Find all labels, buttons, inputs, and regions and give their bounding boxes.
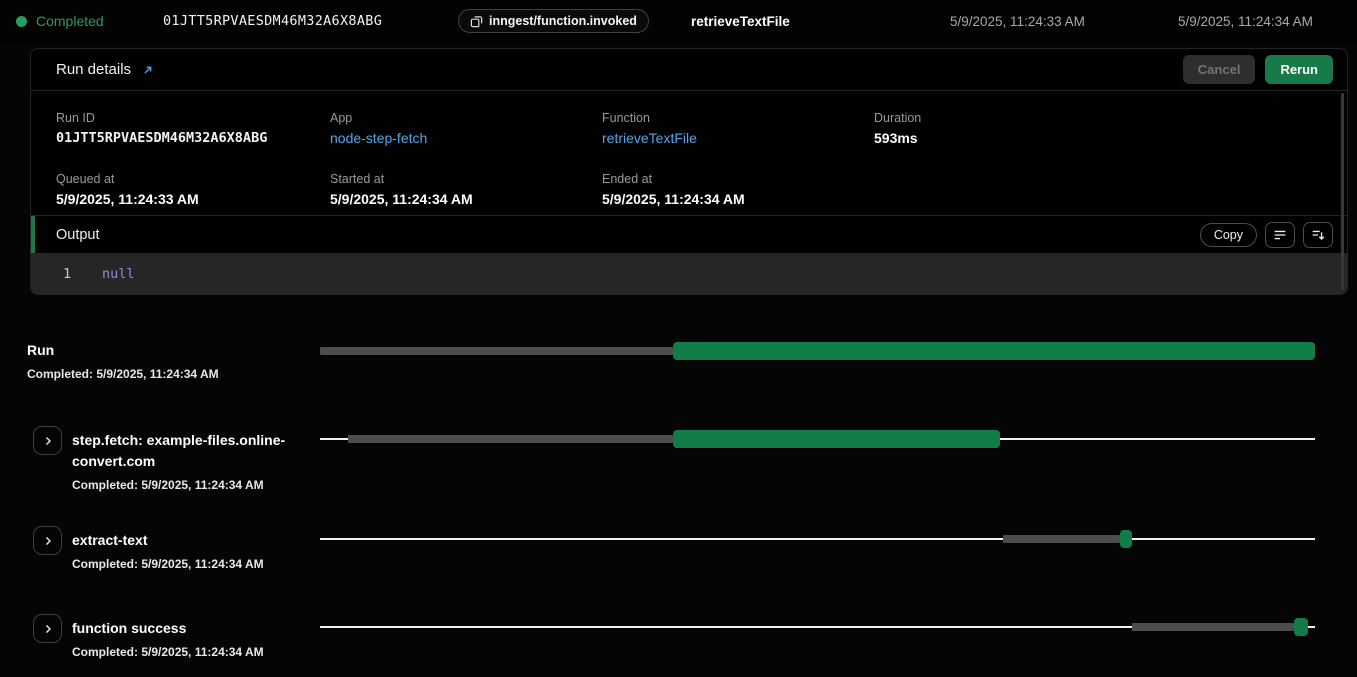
timeline: Run Completed: 5/9/2025, 11:24:34 AM step.… xyxy=(0,295,1357,677)
rerun-button[interactable]: Rerun xyxy=(1265,55,1333,84)
expand-step-button[interactable] xyxy=(33,426,62,455)
field-started-at: Started at 5/9/2025, 11:24:34 AM xyxy=(330,172,602,216)
timeline-step-label: function success Completed: 5/9/2025, 11:… xyxy=(72,618,310,659)
app-link[interactable]: node-step-fetch xyxy=(330,130,602,146)
timeline-step-label: extract-text Completed: 5/9/2025, 11:24:3… xyxy=(72,530,310,571)
top-queued-timestamp: 5/9/2025, 11:24:33 AM xyxy=(950,0,1085,42)
output-header: Output Copy xyxy=(31,215,1347,253)
wrap-text-icon xyxy=(1272,227,1288,243)
field-value-queued-at: 5/9/2025, 11:24:33 AM xyxy=(56,191,330,207)
field-label: Started at xyxy=(330,172,602,186)
running-duration-bar xyxy=(673,430,999,448)
timeline-track xyxy=(320,430,1315,448)
cancel-button[interactable]: Cancel xyxy=(1183,55,1256,84)
event-badge[interactable]: inngest/function.invoked xyxy=(458,9,649,33)
field-label: Queued at xyxy=(56,172,330,186)
field-value-ended-at: 5/9/2025, 11:24:34 AM xyxy=(602,191,874,207)
step-completed-timestamp: Completed: 5/9/2025, 11:24:34 AM xyxy=(72,557,310,571)
chevron-right-icon xyxy=(42,623,54,635)
external-link-icon[interactable] xyxy=(141,63,155,77)
code-line-number: 1 xyxy=(63,266,77,282)
field-value-duration: 593ms xyxy=(874,130,1347,146)
event-badge-label: inngest/function.invoked xyxy=(489,14,637,28)
timeline-baseline xyxy=(320,538,1315,540)
queued-duration-bar xyxy=(348,435,673,443)
field-label: App xyxy=(330,111,602,125)
output-title: Output xyxy=(56,227,100,243)
field-duration: Duration 593ms xyxy=(874,111,1347,155)
running-duration-bar xyxy=(1120,530,1132,548)
expand-step-button[interactable] xyxy=(33,614,62,643)
field-ended-at: Ended at 5/9/2025, 11:24:34 AM xyxy=(602,172,874,216)
step-name: Run xyxy=(27,340,265,361)
run-metadata: Run ID 01JTT5RPVAESDM46M32A6X8ABG App no… xyxy=(31,91,1347,215)
panel-header: Run details Cancel Rerun xyxy=(31,49,1347,91)
panel-scrollbar[interactable] xyxy=(1341,93,1344,290)
top-run-id: 01JTT5RPVAESDM46M32A6X8ABG xyxy=(163,0,382,42)
step-completed-timestamp: Completed: 5/9/2025, 11:24:34 AM xyxy=(72,478,310,492)
lines-arrow-down-icon xyxy=(1310,227,1326,243)
panel-title: Run details xyxy=(56,61,131,78)
timeline-track xyxy=(320,342,1315,360)
field-label: Duration xyxy=(874,111,1347,125)
app-root: { "colors": { "status_green": "#2c9b63",… xyxy=(0,0,1357,677)
expand-output-button[interactable] xyxy=(1303,222,1333,248)
output-status-accent xyxy=(31,216,35,253)
running-duration-bar xyxy=(1294,618,1308,636)
field-value-run-id: 01JTT5RPVAESDM46M32A6X8ABG xyxy=(56,130,330,146)
timeline-step-label: Run Completed: 5/9/2025, 11:24:34 AM xyxy=(27,340,265,381)
copy-icon xyxy=(470,15,483,28)
chevron-right-icon xyxy=(42,435,54,447)
status-dot-icon xyxy=(16,16,27,27)
step-completed-timestamp: Completed: 5/9/2025, 11:24:34 AM xyxy=(72,645,310,659)
top-bar: Completed 01JTT5RPVAESDM46M32A6X8ABG inn… xyxy=(0,0,1357,42)
field-app: App node-step-fetch xyxy=(330,111,602,155)
field-label: Ended at xyxy=(602,172,874,186)
run-details-panel: Run details Cancel Rerun Run ID 01JTT5RP… xyxy=(30,48,1348,295)
running-duration-bar xyxy=(673,342,1315,360)
step-name: step.fetch: example-files.online-convert… xyxy=(72,430,310,472)
queued-duration-bar xyxy=(320,347,673,355)
output-code-block: 1 null xyxy=(31,253,1347,295)
wrap-text-button[interactable] xyxy=(1265,222,1295,248)
top-started-timestamp: 5/9/2025, 11:24:34 AM xyxy=(1178,0,1313,42)
expand-step-button[interactable] xyxy=(33,526,62,555)
top-function-name: retrieveTextFile xyxy=(691,0,790,42)
step-name: extract-text xyxy=(72,530,310,551)
code-output-value: null xyxy=(102,266,135,282)
queued-duration-bar xyxy=(1003,535,1120,543)
field-label: Run ID xyxy=(56,111,330,125)
timeline-track xyxy=(320,530,1315,548)
timeline-step-label: step.fetch: example-files.online-convert… xyxy=(72,430,310,492)
queued-duration-bar xyxy=(1132,623,1294,631)
field-run-id: Run ID 01JTT5RPVAESDM46M32A6X8ABG xyxy=(56,111,330,155)
timeline-track xyxy=(320,618,1315,636)
copy-button[interactable]: Copy xyxy=(1200,223,1257,247)
field-value-started-at: 5/9/2025, 11:24:34 AM xyxy=(330,191,602,207)
function-link[interactable]: retrieveTextFile xyxy=(602,130,874,146)
field-function: Function retrieveTextFile xyxy=(602,111,874,155)
chevron-right-icon xyxy=(42,535,54,547)
field-queued-at: Queued at 5/9/2025, 11:24:33 AM xyxy=(56,172,330,216)
run-status-label: Completed xyxy=(36,0,104,42)
field-label: Function xyxy=(602,111,874,125)
step-completed-timestamp: Completed: 5/9/2025, 11:24:34 AM xyxy=(27,367,265,381)
step-name: function success xyxy=(72,618,310,639)
